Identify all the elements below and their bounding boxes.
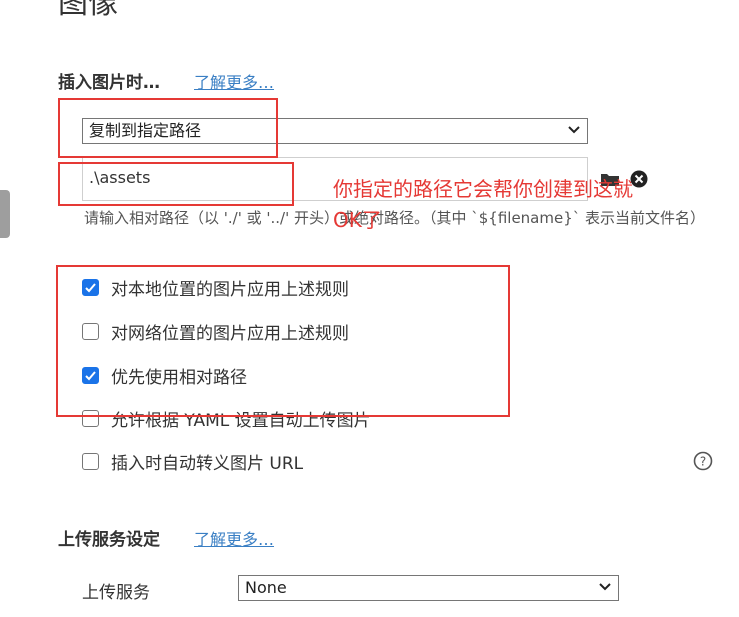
upload-service-label: 上传服务 [82, 583, 150, 603]
chevron-down-icon [599, 583, 611, 591]
annotation-text: 你指定的路径它会帮你创建到这就OK了 [333, 177, 633, 232]
chevron-down-icon [568, 126, 580, 134]
insert-learn-more-link[interactable]: 了解更多… [194, 69, 274, 93]
upload-service-select[interactable]: None [238, 575, 619, 601]
annotation-box-path [58, 162, 294, 206]
insert-section-title: 插入图片时… [58, 73, 160, 93]
svg-text:?: ? [700, 455, 706, 469]
checkbox-escape-url[interactable] [82, 452, 99, 470]
checkbox-row-escape-url[interactable]: 插入时自动转义图片 URL [82, 449, 304, 474]
upload-service-value: None [245, 578, 287, 597]
checkbox-label-escape-url: 插入时自动转义图片 URL [111, 453, 304, 474]
annotation-box-select [58, 98, 278, 158]
upload-section-title: 上传服务设定 [58, 530, 160, 550]
upload-learn-more-link[interactable]: 了解更多… [194, 526, 274, 550]
annotation-box-checkboxes [56, 265, 510, 417]
page-title: 图像 [58, 0, 118, 21]
sidebar-scroll-handle[interactable] [0, 190, 10, 238]
help-icon[interactable]: ? [693, 451, 713, 471]
